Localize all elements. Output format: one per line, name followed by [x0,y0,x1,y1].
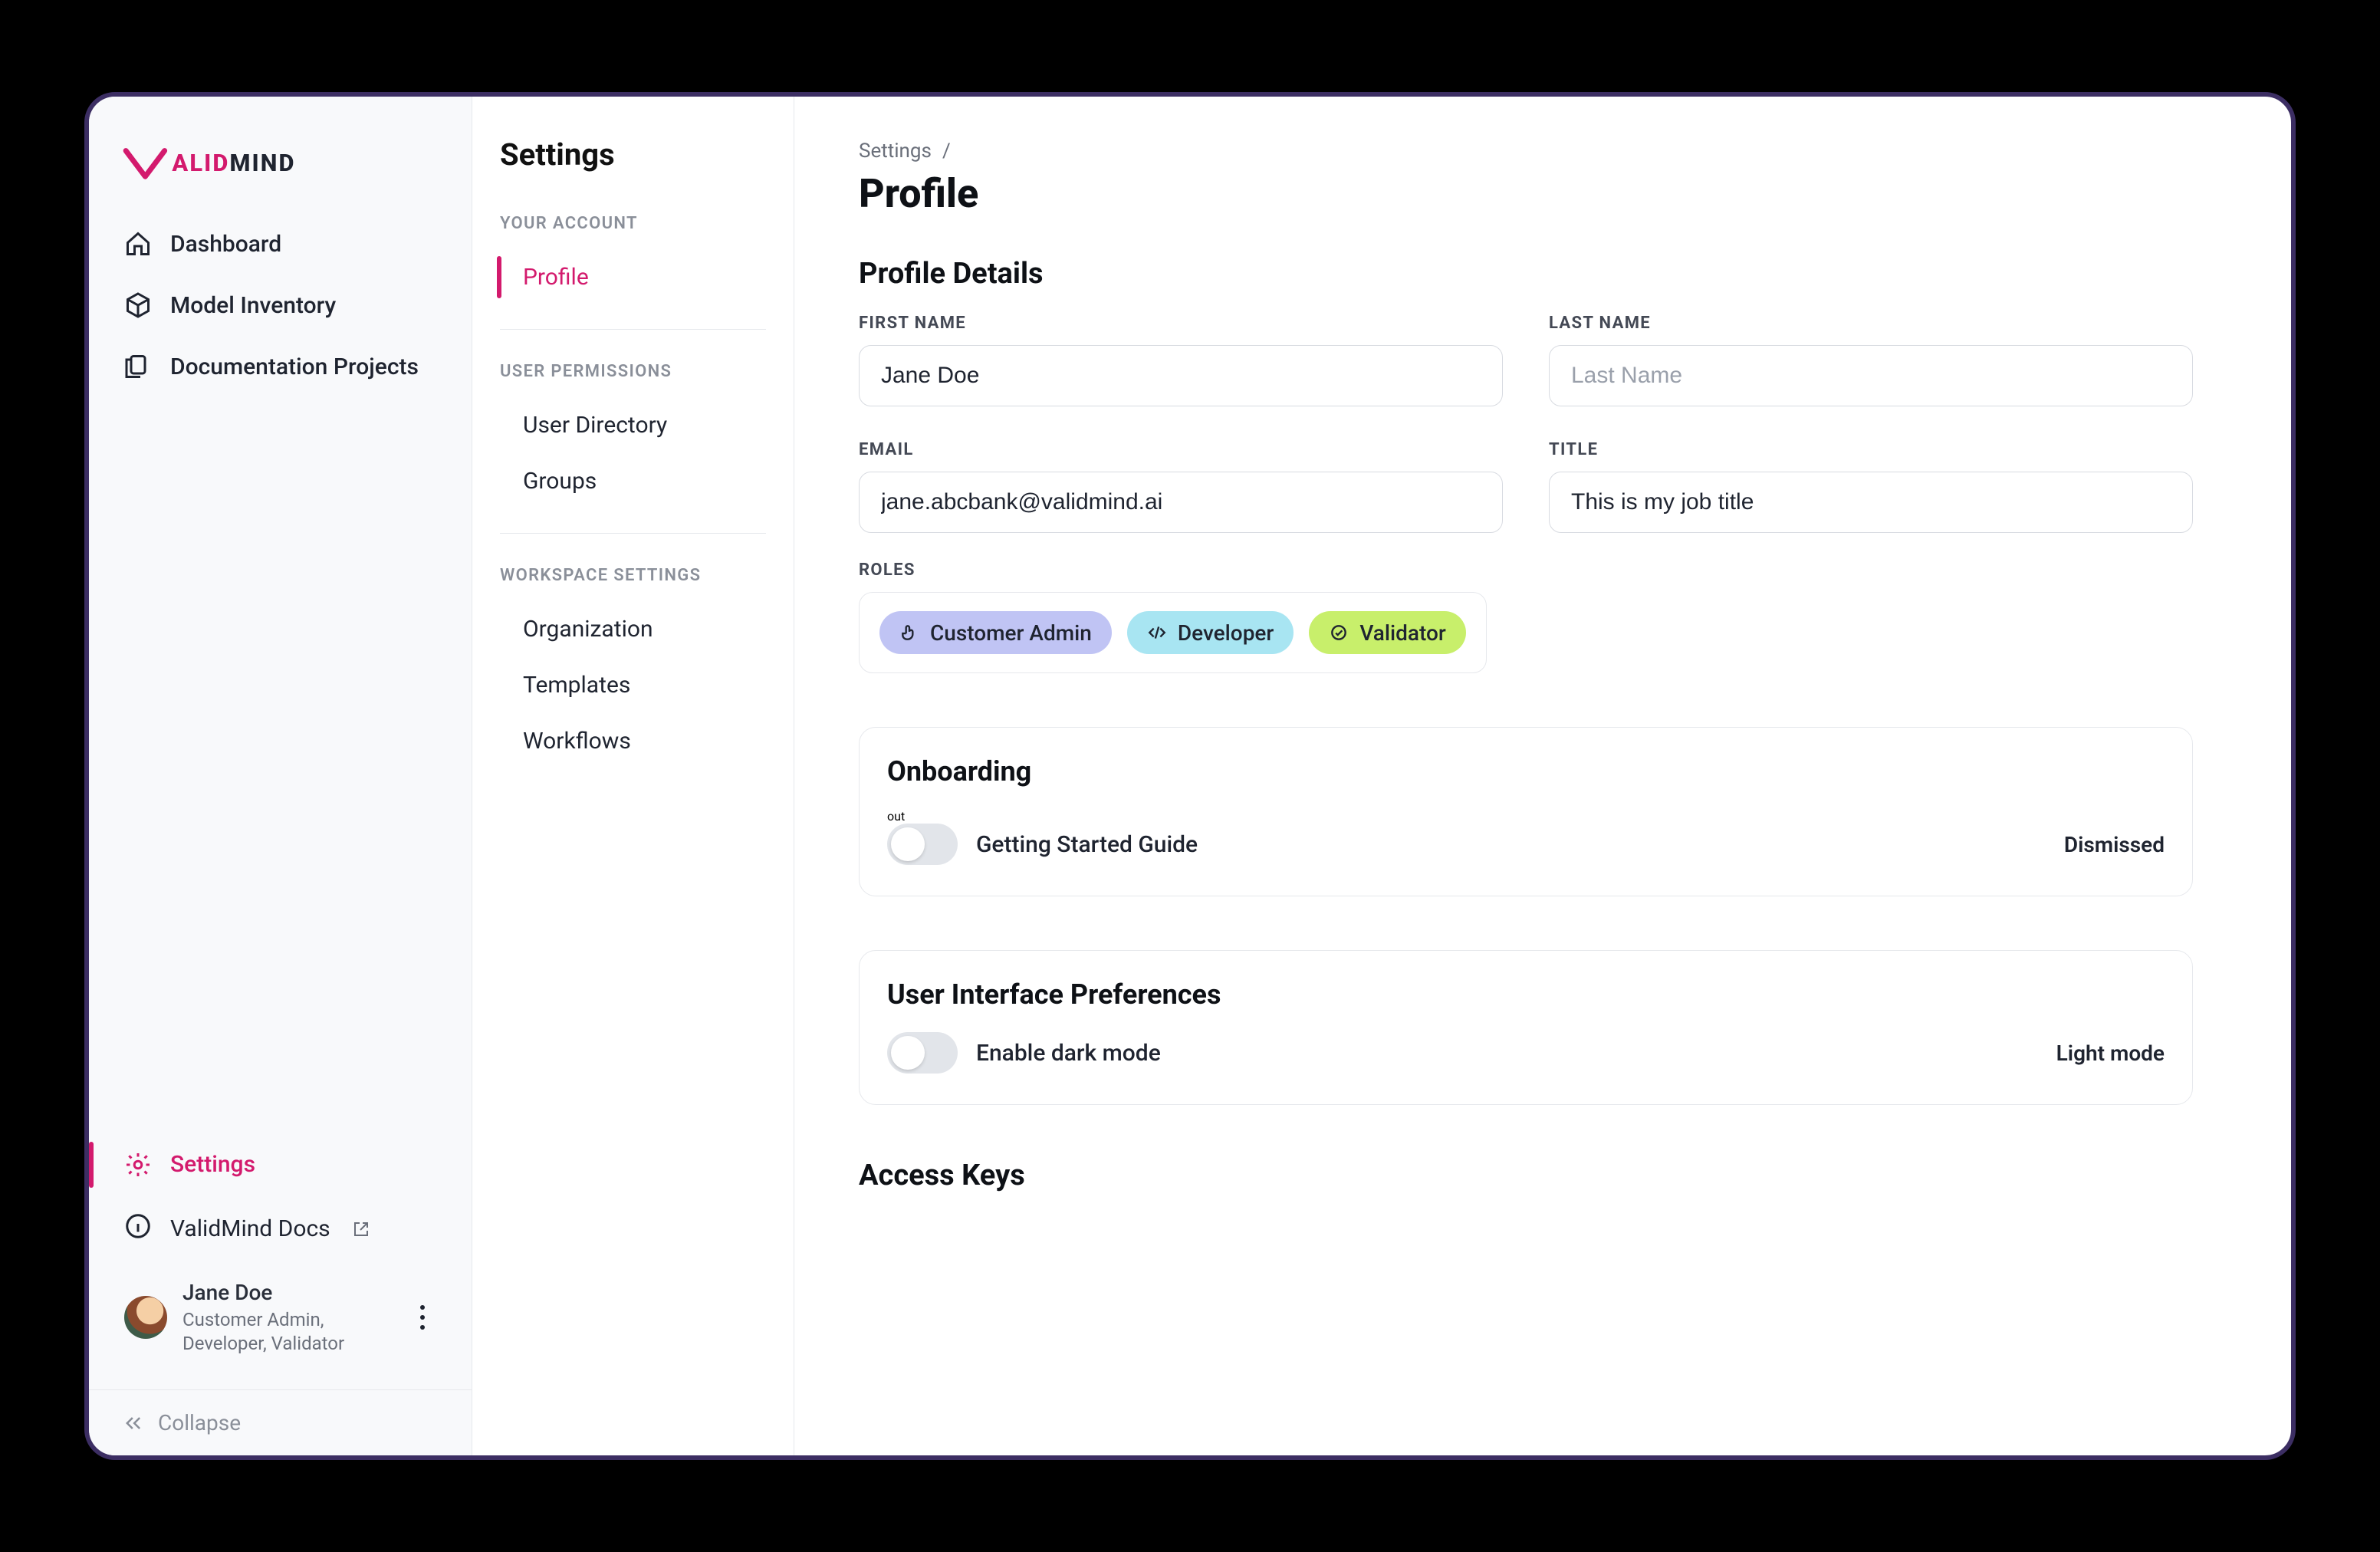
files-icon [124,353,152,380]
home-icon [124,230,152,258]
title-field: TITLE [1549,440,2193,533]
user-meta: Jane Doe Customer Admin, Developer, Vali… [182,1280,393,1356]
sidebar-item-settings[interactable]: Settings [107,1137,453,1192]
subnav-item-profile[interactable]: Profile [497,250,769,304]
email-input[interactable] [859,472,1503,533]
user-menu[interactable]: Jane Doe Customer Admin, Developer, Vali… [107,1266,453,1374]
first-name-input[interactable] [859,345,1503,406]
email-field: EMAIL [859,440,1503,533]
hand-icon [899,623,919,643]
sidebar-item-label: Dashboard [170,231,281,258]
subnav-section-workspace-settings: WORKSPACE SETTINGS [497,558,769,602]
role-chip-developer[interactable]: Developer [1127,611,1294,654]
user-roles: Customer Admin, Developer, Validator [182,1308,393,1356]
last-name-field: LAST NAME [1549,314,2193,406]
subnav-section-user-permissions: USER PERMISSIONS [497,354,769,398]
badge-icon [1329,623,1349,643]
brand-logo[interactable]: ALIDMIND [89,130,472,216]
main-content: Settings / Profile Profile Details FIRST… [794,97,2291,1455]
role-chip-label: Developer [1178,620,1274,646]
cube-icon [124,291,152,319]
docs-link-label: ValidMind Docs [170,1215,330,1242]
collapse-sidebar-button[interactable]: Collapse [89,1389,472,1455]
onboarding-toggle-row: Getting Started Guide Dismissed [887,824,2165,865]
role-chip-label: Validator [1359,620,1445,646]
breadcrumb-separator: / [942,140,951,163]
validmind-logo-icon: ALIDMIND [123,140,337,186]
subnav-section-your-account: YOUR ACCOUNT [497,206,769,250]
sidebar-item-dashboard[interactable]: Dashboard [107,216,453,271]
gear-icon [124,1151,152,1179]
page-title: Profile [859,170,2227,217]
ui-prefs-title: User Interface Preferences [887,978,2165,1011]
breadcrumb-root[interactable]: Settings [859,140,932,163]
divider [500,329,766,330]
settings-subnav: Settings YOUR ACCOUNT Profile USER PERMI… [472,97,794,1455]
subnav-item-organization[interactable]: Organization [497,602,769,656]
chevrons-left-icon [123,1412,144,1434]
title-input[interactable] [1549,472,2193,533]
onboarding-panel: Onboardingout Getting Started Guide Dism… [859,727,2193,896]
dark-mode-label: Enable dark mode [976,1040,1161,1067]
last-name-input[interactable] [1549,345,2193,406]
roles-card: Customer Admin Developer Validator [859,592,1487,673]
collapse-label: Collapse [158,1410,241,1435]
subnav-item-user-directory[interactable]: User Directory [497,398,769,452]
role-chip-label: Customer Admin [930,620,1092,646]
roles-section: ROLES Customer Admin Developer Validator [859,561,2227,673]
roles-label: ROLES [859,561,2227,580]
divider [500,533,766,534]
code-icon [1147,623,1167,643]
access-keys-title: Access Keys [859,1159,2227,1192]
user-name: Jane Doe [182,1280,393,1305]
info-icon [124,1212,152,1246]
sidebar-bottom: Settings ValidMind Docs Jane Doe Cust [89,1137,472,1389]
first-name-field: FIRST NAME [859,314,1503,406]
onboarding-title: Onboarding [887,755,2165,788]
sidebar-item-label: Settings [170,1151,255,1178]
getting-started-toggle[interactable] [887,824,958,865]
getting-started-label: Getting Started Guide [976,831,1198,858]
email-label: EMAIL [859,440,1503,459]
avatar [124,1296,167,1339]
title-label: TITLE [1549,440,2193,459]
subnav-item-templates[interactable]: Templates [497,658,769,712]
getting-started-status: Dismissed [2064,832,2165,857]
dark-mode-toggle[interactable] [887,1032,958,1074]
sidebar-item-model-inventory[interactable]: Model Inventory [107,278,453,333]
breadcrumb: Settings / [859,140,2227,163]
role-chip-customer-admin[interactable]: Customer Admin [879,611,1112,654]
app-window: ALIDMIND Dashboard Model Inventory [84,92,2296,1460]
ui-preferences-panel: User Interface Preferences Enable dark m… [859,950,2193,1105]
settings-title: Settings [497,136,769,173]
primary-nav: Dashboard Model Inventory Documentation … [89,216,472,394]
external-link-icon [352,1220,370,1238]
first-name-label: FIRST NAME [859,314,1503,333]
dark-mode-toggle-row: Enable dark mode Light mode [887,1032,2165,1074]
subnav-item-groups[interactable]: Groups [497,454,769,508]
sidebar-item-label: Documentation Projects [170,353,419,380]
svg-text:ALIDMIND: ALIDMIND [172,149,295,177]
role-chip-validator[interactable]: Validator [1309,611,1465,654]
sidebar-item-label: Model Inventory [170,292,336,319]
user-menu-more-button[interactable] [408,1302,436,1333]
validmind-docs-link[interactable]: ValidMind Docs [107,1199,453,1260]
profile-details-title: Profile Details [859,257,2227,291]
last-name-label: LAST NAME [1549,314,2193,333]
sidebar-item-documentation-projects[interactable]: Documentation Projects [107,339,453,394]
dark-mode-status: Light mode [2056,1041,2165,1066]
profile-form: FIRST NAME LAST NAME EMAIL TITLE [859,314,2193,533]
subnav-item-workflows[interactable]: Workflows [497,714,769,768]
primary-sidebar: ALIDMIND Dashboard Model Inventory [89,97,472,1455]
